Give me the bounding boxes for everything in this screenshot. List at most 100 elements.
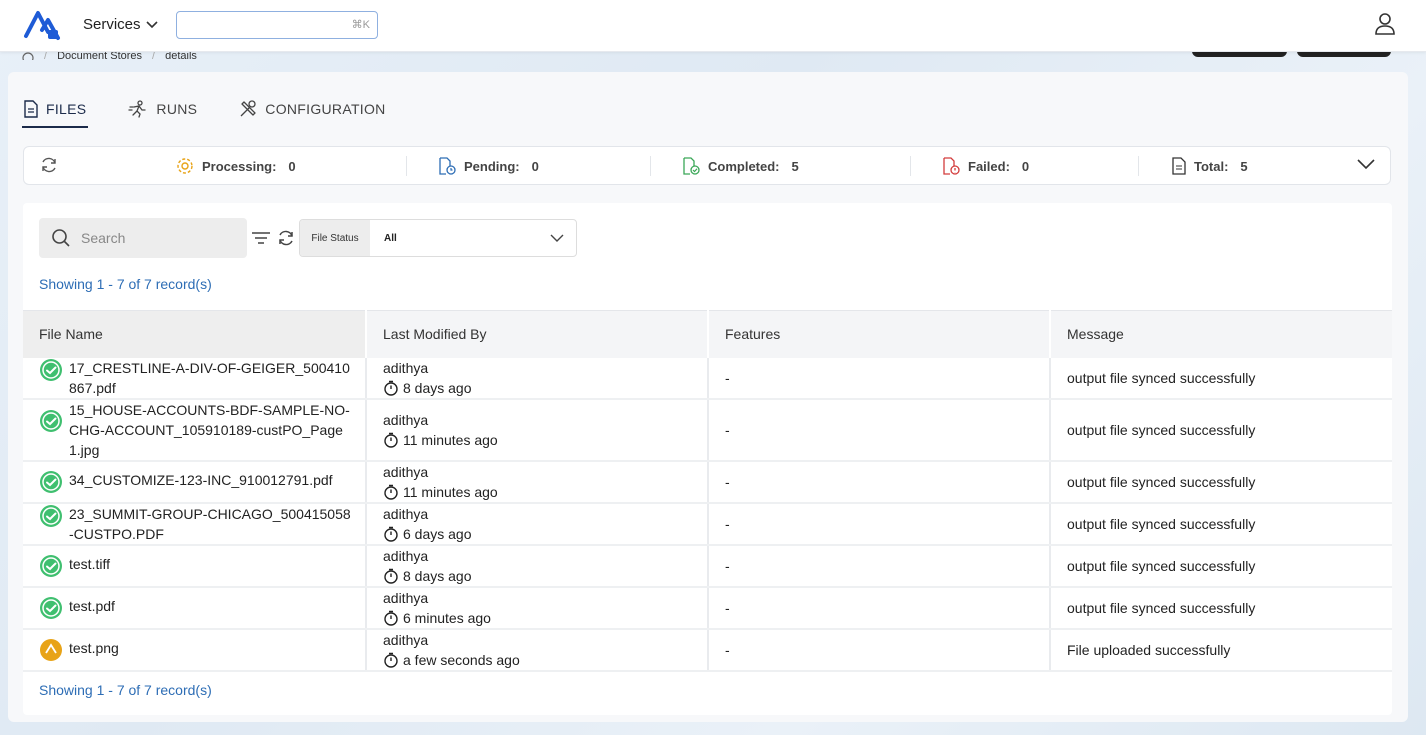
modified-time: 6 days ago [403,525,472,542]
check-circle-icon [39,504,63,528]
cell-file-name: 34_CUSTOMIZE-123-INC_910012791.pdf [23,460,367,504]
summary-pending: Pending: 0 [438,157,539,175]
file-name-text[interactable]: 17_CRESTLINE-A-DIV-OF-GEIGER_500410867.p… [69,358,353,398]
completed-label: Completed: [708,158,780,174]
file-status-label: File Status [300,220,370,256]
cell-message: output file synced successfully [1050,460,1392,504]
tab-runs-label: RUNS [156,101,198,117]
table-row[interactable]: test.pdf adithya 6 minutes ago - output file… [23,586,1392,630]
refresh-icon[interactable] [277,229,295,247]
search-field[interactable] [39,218,247,258]
cell-file-name: 17_CRESTLINE-A-DIV-OF-GEIGER_500410867.p… [23,357,367,400]
tab-bar: FILES RUNS CONFIGURATION [22,90,388,128]
cell-last-modified: adithya 6 minutes ago [366,586,709,630]
timer-icon [384,568,398,584]
cell-last-modified: adithya 6 days ago [366,502,709,546]
table-row[interactable]: test.tiff adithya 8 days ago - output file s… [23,544,1392,588]
tab-files[interactable]: FILES [22,90,89,128]
file-name-text[interactable]: 34_CUSTOMIZE-123-INC_910012791.pdf [69,470,333,490]
app-logo-icon[interactable] [22,8,62,42]
tab-configuration-label: CONFIGURATION [265,101,386,117]
tab-configuration[interactable]: CONFIGURATION [237,90,387,128]
gear-icon [177,158,193,174]
search-icon [52,229,70,247]
cell-message: output file synced successfully [1050,398,1392,462]
breadcrumb-separator: / [152,52,156,60]
file-name-text[interactable]: 15_HOUSE-ACCOUNTS-BDF-SAMPLE-NO-CHG-ACCO… [69,400,353,460]
timer-icon [384,484,398,500]
processing-label: Processing: [202,158,277,174]
file-name-text[interactable]: 23_SUMMIT-GROUP-CHICAGO_500415058-CUSTPO… [69,504,353,544]
modified-by-user: adithya [383,359,429,376]
modified-time: 8 days ago [403,567,472,584]
timer-icon [384,652,398,668]
global-search-input[interactable]: ⌘K [176,11,378,39]
services-label: Services [83,16,141,33]
check-circle-icon [39,358,63,382]
cell-message: output file synced successfully [1050,586,1392,630]
file-status-select[interactable]: File Status All [299,219,577,257]
table-row[interactable]: 17_CRESTLINE-A-DIV-OF-GEIGER_500410867.p… [23,357,1392,400]
filter-icon[interactable] [251,230,271,246]
breadcrumb-document-stores[interactable]: Document Stores [57,52,142,60]
runner-icon [128,100,147,118]
modified-by-user: adithya [383,547,429,564]
timer-icon [384,610,398,626]
cell-last-modified: adithya 11 minutes ago [366,460,709,504]
file-status-value: All [384,232,397,244]
column-header-message[interactable]: Message [1050,310,1392,358]
column-header-last-modified[interactable]: Last Modified By [366,310,709,358]
failed-label: Failed: [968,158,1010,174]
cell-features: - [708,502,1051,546]
tab-runs[interactable]: RUNS [126,90,199,128]
processing-count: 0 [288,158,296,174]
services-menu-button[interactable]: Services [83,16,159,33]
column-header-file-name[interactable]: File Name [23,310,367,358]
cell-message: output file synced successfully [1050,357,1392,400]
table-row[interactable]: 23_SUMMIT-GROUP-CHICAGO_500415058-CUSTPO… [23,502,1392,546]
file-name-text[interactable]: test.tiff [69,554,110,574]
cell-features: - [708,357,1051,400]
summary-total: Total: 5 [1172,157,1248,175]
pending-label: Pending: [464,158,520,174]
table-row[interactable]: 15_HOUSE-ACCOUNTS-BDF-SAMPLE-NO-CHG-ACCO… [23,398,1392,462]
cell-last-modified: adithya 11 minutes ago [366,398,709,462]
failed-count: 0 [1021,158,1030,174]
file-name-text[interactable]: test.png [69,638,119,658]
cell-last-modified: adithya 8 days ago [366,357,709,400]
tools-icon [240,100,256,117]
cell-features: - [708,460,1051,504]
table-row[interactable]: 34_CUSTOMIZE-123-INC_910012791.pdf adithy… [23,460,1392,504]
user-profile-icon[interactable] [1374,12,1396,36]
files-content: File Status All Showing 1 - 7 of 7 recor… [23,203,1392,715]
files-table: File Name Last Modified By Features Mess… [23,310,1392,672]
top-navbar: Services ⌘K [0,0,1426,52]
check-circle-icon [39,554,63,578]
cell-features: - [708,586,1051,630]
cell-features: - [708,544,1051,588]
home-icon[interactable] [22,52,34,60]
column-header-features[interactable]: Features [708,310,1051,358]
file-clock-icon [439,157,456,175]
document-icon [1172,157,1186,175]
table-row[interactable]: test.png adithya a few seconds ago - File up… [23,628,1392,672]
document-icon [24,100,38,118]
modified-time: 6 minutes ago [403,609,491,626]
filter-toolbar: File Status All [39,218,577,258]
modified-time: a few seconds ago [403,651,520,668]
modified-by-user: adithya [383,463,429,480]
search-input[interactable] [81,230,231,246]
summary-processing: Processing: 0 [176,157,296,175]
refresh-icon[interactable] [40,156,58,174]
chevron-down-icon [145,21,158,29]
file-check-icon [683,157,700,175]
chevron-down-icon [550,234,564,242]
total-count: 5 [1240,158,1248,174]
check-circle-icon [39,596,63,620]
completed-count: 5 [791,158,799,174]
file-name-text[interactable]: test.pdf [69,596,115,616]
chevron-down-icon[interactable] [1356,157,1376,171]
timer-icon [384,526,398,542]
total-label: Total: [1194,158,1229,174]
cell-file-name: test.tiff [23,544,367,588]
